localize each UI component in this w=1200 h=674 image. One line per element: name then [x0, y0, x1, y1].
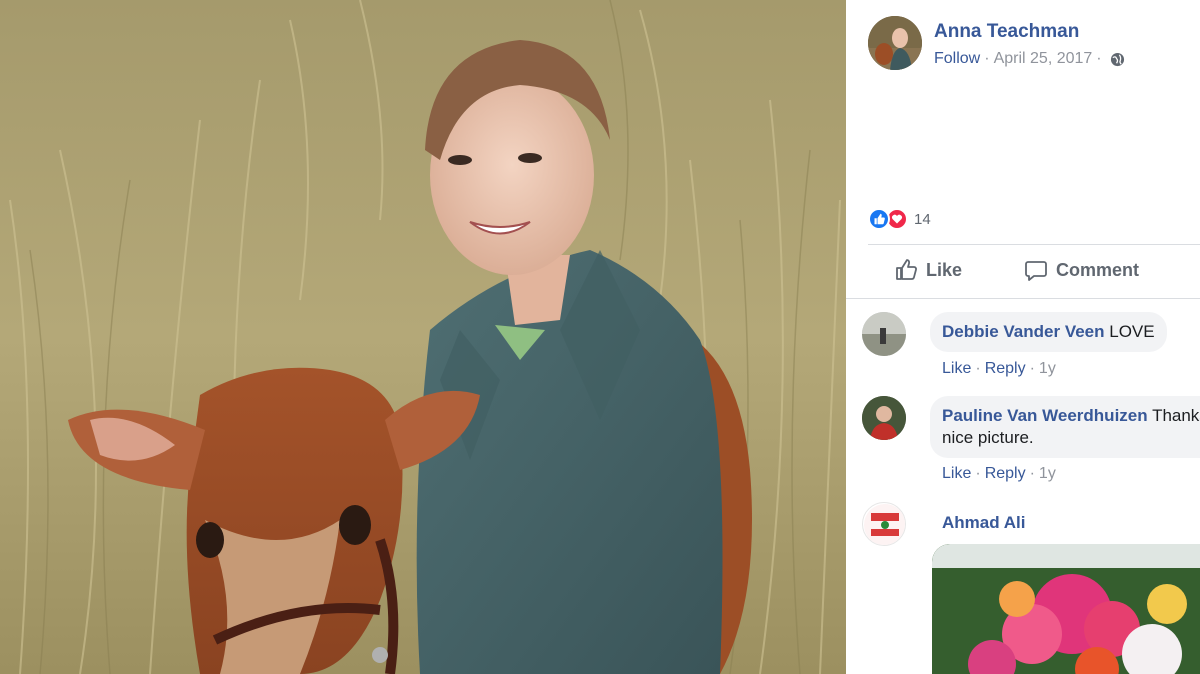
commenter-avatar[interactable] — [862, 312, 906, 356]
author-avatar[interactable] — [868, 16, 922, 70]
commenter-avatar[interactable] — [862, 502, 906, 546]
comment-text: Thanks — [1152, 406, 1200, 425]
comment-separator: · — [1029, 465, 1035, 482]
post-side-panel: Anna Teachman Follow · April 25, 2017 · … — [846, 0, 1200, 674]
reactions-summary[interactable]: 14 — [868, 208, 931, 230]
reaction-count: 14 — [914, 210, 931, 228]
post-actions: Like Comment — [868, 252, 1200, 292]
comment-actions: Like · Reply · 1y — [942, 465, 1056, 483]
follow-link[interactable]: Follow — [934, 50, 980, 68]
author-avatar-image — [868, 16, 922, 70]
comment-reply-link[interactable]: Reply — [985, 465, 1026, 482]
comment-button[interactable]: Comment — [1024, 258, 1139, 282]
commenter-avatar[interactable] — [862, 396, 906, 440]
comment-time[interactable]: 1y — [1039, 360, 1056, 377]
comment-button-label: Comment — [1056, 259, 1140, 280]
photo-image — [0, 0, 846, 674]
commenter-avatar-image — [864, 504, 905, 545]
comment-separator: · — [1029, 360, 1035, 377]
divider — [846, 298, 1200, 299]
comment-like-link[interactable]: Like — [942, 360, 971, 377]
comment-time[interactable]: 1y — [1039, 465, 1056, 482]
comment-text-continued: nice picture. — [942, 428, 1034, 447]
divider — [868, 244, 1200, 245]
meta-separator: · — [1096, 50, 1102, 67]
comment-separator: · — [975, 360, 981, 377]
post-meta: Follow · April 25, 2017 · — [934, 50, 1125, 68]
comment-bubble: Debbie Vander Veen LOVE — [930, 312, 1167, 352]
thumbs-up-icon — [896, 259, 917, 280]
post-date[interactable]: April 25, 2017 — [994, 50, 1093, 68]
comment-actions: Like · Reply · 1y — [942, 360, 1056, 378]
comment-like-link[interactable]: Like — [942, 465, 971, 482]
globe-icon[interactable] — [1110, 52, 1125, 67]
author-name-link[interactable]: Anna Teachman — [934, 21, 1079, 43]
commenter-avatar-image — [862, 396, 906, 440]
comment-photo[interactable] — [932, 544, 1200, 674]
like-button[interactable]: Like — [894, 258, 962, 282]
comment-separator: · — [975, 465, 981, 482]
commenter-name-link[interactable]: Debbie Vander Veen — [942, 322, 1105, 341]
meta-separator: · — [984, 50, 990, 67]
comment-reply-link[interactable]: Reply — [985, 360, 1026, 377]
like-reaction-icon — [868, 208, 890, 230]
flower-bouquet-image — [932, 544, 1200, 674]
commenter-avatar-image — [862, 312, 906, 356]
post-photo[interactable] — [0, 0, 846, 674]
comment-bubble: Pauline Van Weerdhuizen Thanks nice pict… — [930, 396, 1200, 458]
like-button-label: Like — [926, 259, 963, 280]
comment-icon — [1025, 261, 1047, 281]
commenter-name-link[interactable]: Pauline Van Weerdhuizen — [942, 406, 1148, 425]
comment-text: LOVE — [1109, 322, 1155, 341]
commenter-name-link[interactable]: Ahmad Ali — [942, 513, 1025, 533]
